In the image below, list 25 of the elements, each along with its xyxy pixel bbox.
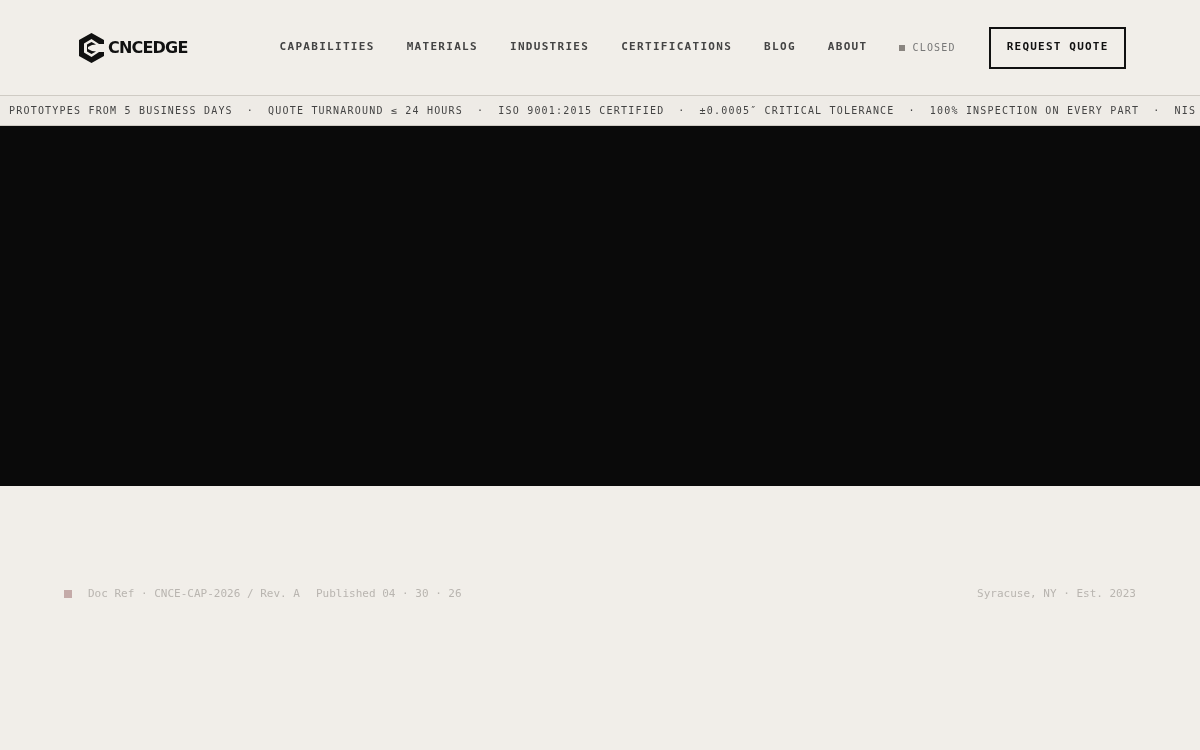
location-text: Syracuse, NY · Est. 2023 [977,586,1136,602]
separator-dot: · [1153,104,1161,118]
nav-link[interactable]: INDUSTRIES [509,39,590,56]
ticker-item: ±0.0005″ CRITICAL TOLERANCE [699,104,895,118]
ticker-item: ISO 9001:2015 CERTIFIED [498,104,665,118]
ticker-item: NIS [1174,104,1197,118]
nav-link[interactable]: BLOG [764,39,796,56]
logo-text: CNCEDGE [108,36,188,59]
nav-link[interactable]: ABOUT [827,39,868,56]
separator-dot: · [477,104,485,118]
nav-link[interactable]: CERTIFICATIONS [621,39,733,56]
nav-link[interactable]: CAPABILITIES [279,39,375,56]
nav-link[interactable]: MATERIALS [406,39,478,56]
ticker-item: 100% INSPECTION ON EVERY PART [929,104,1140,118]
separator-dot: · [908,104,916,118]
marker-icon [64,590,72,599]
logo-icon [78,31,105,64]
separator-dot: · [678,104,686,118]
status-indicator [899,44,906,51]
status-label: CLOSED [912,41,956,55]
ticker-item: QUOTE TURNAROUND ≤ 24 HOURS [268,104,464,118]
ticker-item: PROTOTYPES FROM 5 BUSINESS DAYS [9,104,233,118]
published-date: Published 04 · 30 · 26 [315,586,462,602]
request-quote-button[interactable]: REQUEST QUOTE [988,26,1127,69]
separator-dot: · [246,104,255,118]
